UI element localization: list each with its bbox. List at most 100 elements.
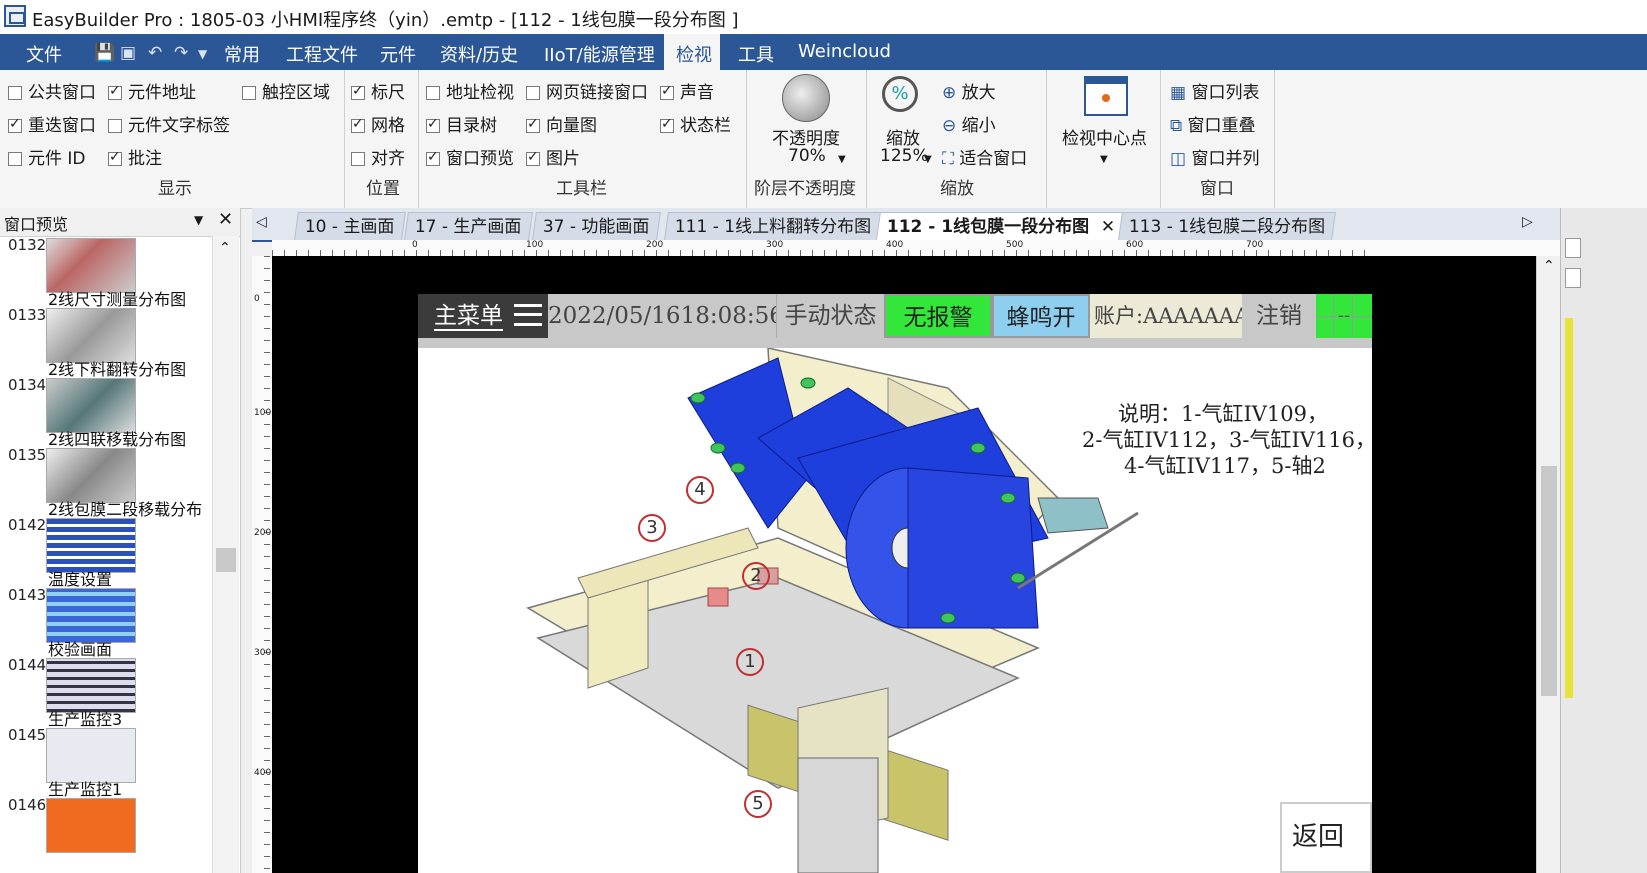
checkbox-object-id[interactable]: 元件 ID — [8, 144, 86, 169]
checkbox-ruler[interactable]: 标尺 — [351, 78, 405, 103]
checkbox-comment[interactable]: 批注 — [108, 144, 162, 169]
canvas-vertical-scrollbar[interactable]: ⌃ — [1536, 256, 1561, 873]
preview-thumbnail[interactable] — [46, 588, 136, 643]
checkbox-directory-tree[interactable]: 目录树 — [426, 111, 497, 136]
ruler-label: 600 — [1126, 240, 1144, 250]
checkbox-status-bar[interactable]: 状态栏 — [660, 111, 731, 136]
tab-close-icon[interactable]: ✕ — [1101, 213, 1115, 241]
preview-thumbnail[interactable] — [46, 518, 136, 573]
window-list-button[interactable]: ▦ 窗口列表 — [1170, 78, 1259, 103]
view-center-dropdown-icon[interactable]: ▼ — [1100, 154, 1108, 165]
tab-112[interactable]: 112 - 1线包膜一段分布图 ✕ — [876, 212, 1127, 241]
redo-icon[interactable]: ↷ — [174, 43, 188, 63]
tab-113[interactable]: 113 - 1线包膜二段分布图 — [1118, 212, 1337, 240]
zoom-dropdown-icon[interactable]: ▼ — [924, 154, 932, 165]
menu-data-history[interactable]: 资料/历史 — [440, 41, 518, 67]
zoom-in-button[interactable]: ⊕ 放大 — [942, 78, 996, 103]
checkbox-common-window[interactable]: 公共窗口 — [8, 78, 96, 103]
tab-scroll-left-icon[interactable]: ◁ — [256, 214, 267, 230]
scroll-thumb[interactable] — [1541, 466, 1557, 696]
panel-title: 窗口预览 — [4, 215, 69, 234]
buzzer-toggle[interactable]: 蜂鸣开 — [992, 294, 1090, 338]
ruler-label: 500 — [1006, 240, 1024, 250]
checkbox-window-preview[interactable]: 窗口预览 — [426, 144, 514, 169]
preview-item-name: 生产监控1 — [48, 780, 123, 799]
window-cascade-button[interactable]: ⧉ 窗口重叠 — [1170, 111, 1256, 136]
app-icon — [4, 5, 26, 27]
save-all-icon[interactable]: ▣ — [120, 43, 136, 63]
scroll-up-icon[interactable]: ⌃ — [219, 240, 231, 256]
checkbox-vector-graphics[interactable]: 向量图 — [526, 111, 597, 136]
checkbox-sound[interactable]: 声音 — [660, 78, 714, 103]
view-center-title[interactable]: 检视中心点 — [1062, 124, 1147, 149]
hmi-screen[interactable]: 主菜单 2022/05/1618:08:56 手动状态 无报警 蜂鸣开 账户:A… — [418, 294, 1376, 873]
preview-thumbnail[interactable] — [46, 798, 136, 853]
menu-tools[interactable]: 工具 — [738, 41, 774, 67]
label: 网页链接窗口 — [546, 83, 648, 103]
window-title: EasyBuilder Pro : 1805-03 小HMI程序终（yin）.e… — [32, 10, 739, 31]
main-menu-button[interactable]: 主菜单 — [418, 294, 548, 338]
menu-iiot[interactable]: IIoT/能源管理 — [544, 41, 655, 67]
preview-thumbnail[interactable] — [46, 728, 136, 783]
panel-menu-dropdown-icon[interactable]: ▼ — [194, 213, 203, 227]
side-panel-tab[interactable] — [1565, 268, 1581, 288]
preview-item-number: 0132 — [8, 236, 47, 254]
label: 缩小 — [961, 116, 996, 136]
tab-10[interactable]: 10 - 主画面 — [294, 212, 406, 240]
checkbox-web-link-window[interactable]: 网页链接窗口 — [526, 78, 648, 103]
undo-icon[interactable]: ↶ — [148, 43, 162, 63]
checkbox-grid[interactable]: 网格 — [351, 111, 405, 136]
zoom-out-button[interactable]: ⊖ 缩小 — [942, 111, 996, 136]
tab-scroll-right-icon[interactable]: ▷ — [1522, 214, 1533, 230]
label: 窗口并列 — [1191, 149, 1260, 169]
label: 触控区域 — [262, 83, 330, 103]
ruler-label: 200 — [254, 528, 272, 538]
opacity-icon[interactable] — [782, 74, 830, 122]
status-indicator: -- — [1316, 294, 1372, 338]
tab-17[interactable]: 17 - 生产画面 — [404, 212, 533, 240]
preview-list[interactable]: 0132 2线尺寸测量分布图 0133 2线下料翻转分布图 0134 2线四联移… — [0, 236, 212, 873]
menu-weincloud[interactable]: Weincloud — [798, 41, 891, 62]
opacity-dropdown-icon[interactable]: ▼ — [838, 154, 846, 165]
checkbox-picture[interactable]: 图片 — [526, 144, 580, 169]
back-button[interactable]: 返回 — [1280, 802, 1372, 873]
ruler-label: 100 — [526, 240, 544, 250]
preview-thumbnail[interactable] — [46, 238, 136, 293]
panel-scrollbar[interactable]: ⌃ — [212, 236, 239, 873]
opacity-value[interactable]: 70% — [788, 146, 826, 166]
scroll-up-icon[interactable]: ⌃ — [1543, 258, 1555, 274]
window-tile-button[interactable]: ◫ 窗口并列 — [1170, 144, 1259, 169]
menu-view[interactable]: 检视 — [676, 41, 712, 67]
alarm-status[interactable]: 无报警 — [884, 294, 992, 338]
ruler-label: 200 — [646, 240, 664, 250]
menu-common[interactable]: 常用 — [224, 41, 260, 67]
checkbox-object-text-label[interactable]: 元件文字标签 — [108, 111, 230, 136]
tab-37[interactable]: 37 - 功能画面 — [532, 212, 661, 240]
label: 声音 — [680, 83, 714, 103]
menu-file[interactable]: 文件 — [26, 41, 62, 67]
tab-111[interactable]: 111 - 1线上料翻转分布图 — [664, 212, 883, 240]
view-center-icon[interactable] — [1084, 76, 1128, 116]
menu-objects[interactable]: 元件 — [380, 41, 416, 67]
customize-dropdown-icon[interactable]: ▼ — [198, 47, 207, 61]
zoom-icon[interactable]: % — [882, 76, 918, 112]
checkbox-touch-area[interactable]: 触控区域 — [242, 78, 330, 103]
fit-window-button[interactable]: ⛶ 适合窗口 — [942, 144, 1027, 169]
label: 重迭窗口 — [28, 116, 96, 136]
preview-thumbnail[interactable] — [46, 308, 136, 363]
panel-close-icon[interactable]: ✕ — [218, 209, 233, 230]
checkbox-address-view[interactable]: 地址检视 — [426, 78, 514, 103]
side-panel-tab[interactable] — [1565, 238, 1581, 258]
preview-thumbnail[interactable] — [46, 378, 136, 433]
checkbox-object-address[interactable]: 元件地址 — [108, 78, 196, 103]
zoom-value[interactable]: 125% — [880, 146, 929, 166]
preview-thumbnail[interactable] — [46, 658, 136, 713]
preview-thumbnail[interactable] — [46, 448, 136, 503]
logout-button[interactable]: 注销 — [1242, 294, 1316, 338]
scroll-thumb[interactable] — [216, 548, 236, 572]
checkbox-overlap-window[interactable]: 重迭窗口 — [8, 111, 96, 136]
menu-project[interactable]: 工程文件 — [286, 41, 358, 67]
marker-1: 1 — [736, 648, 764, 676]
checkbox-align[interactable]: 对齐 — [351, 144, 405, 169]
save-icon[interactable]: 💾 — [94, 43, 115, 63]
